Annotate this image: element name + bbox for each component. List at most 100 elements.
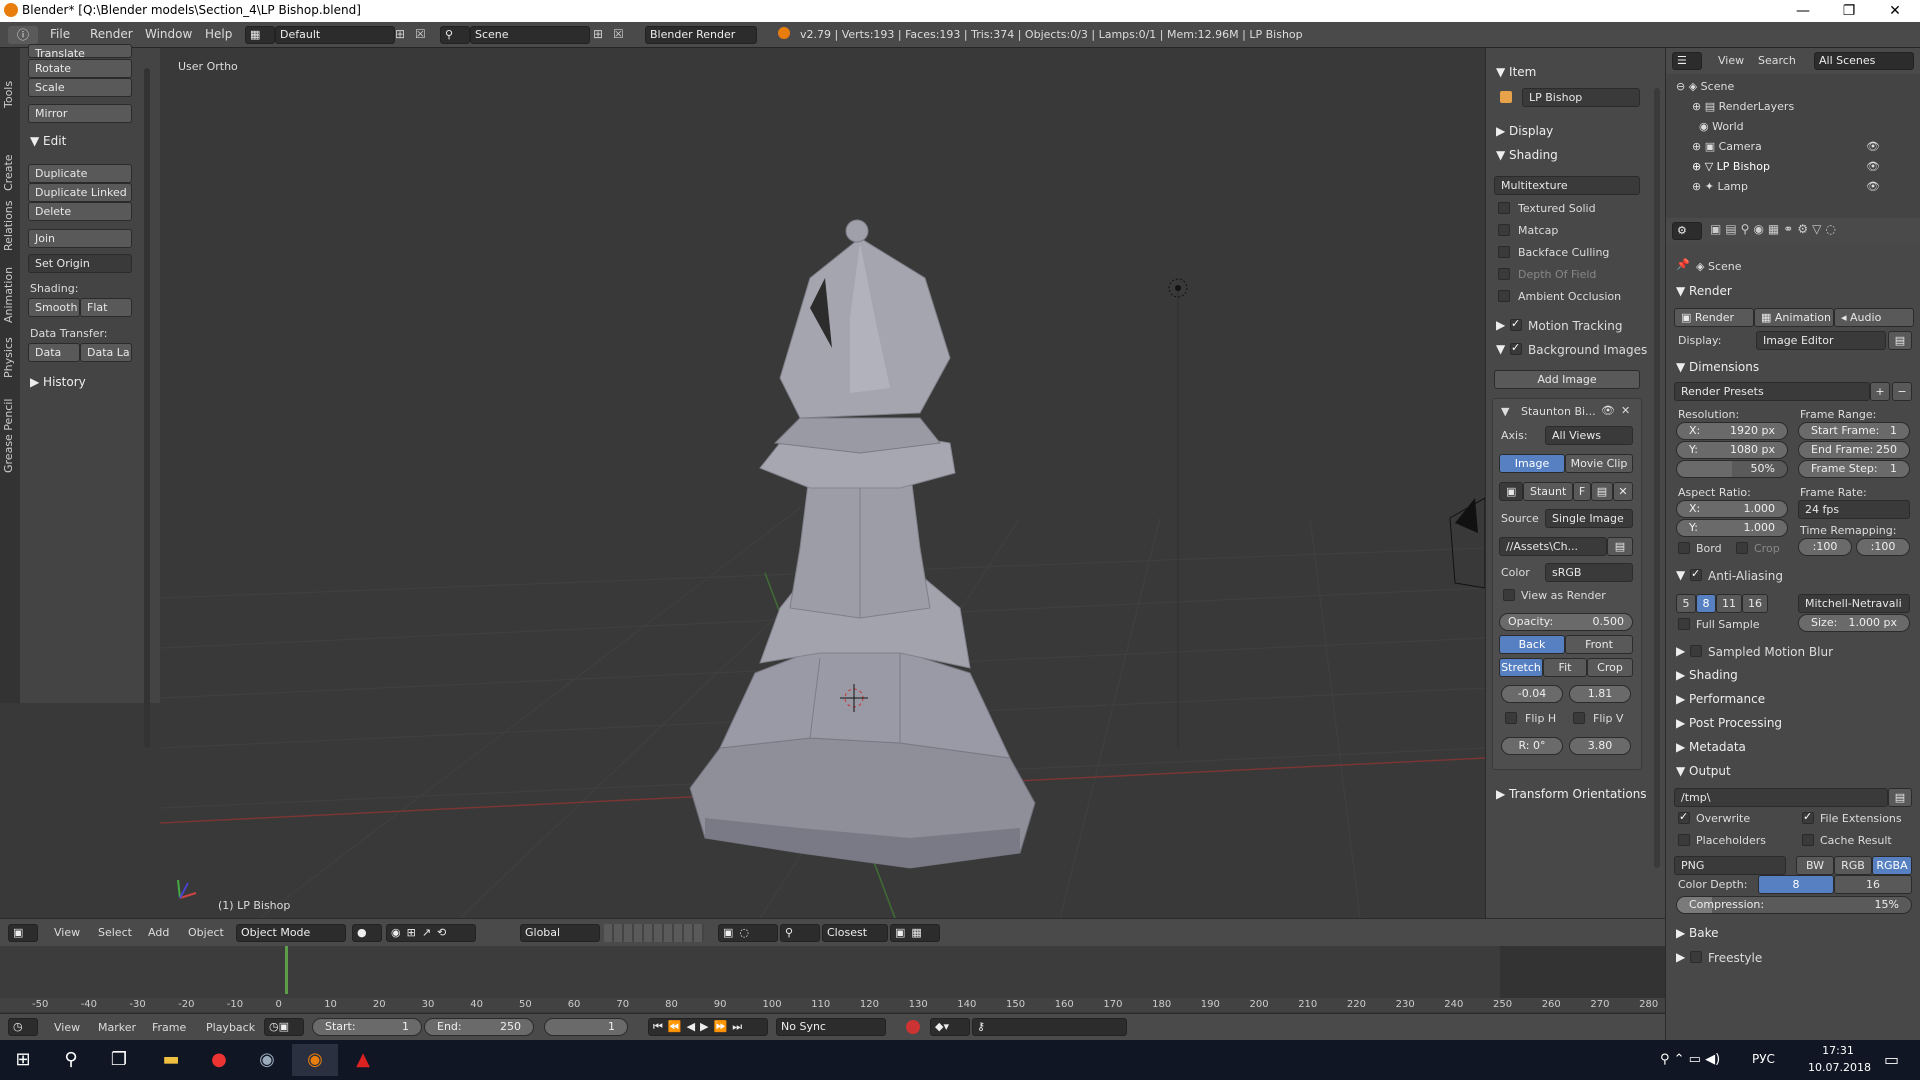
timeline-view-menu[interactable]: View — [54, 1021, 80, 1034]
lamp-visibility-eye-icon[interactable]: 👁 — [1866, 180, 1880, 193]
tab-create[interactable]: Create — [2, 146, 15, 191]
background-images-checkbox[interactable] — [1510, 341, 1522, 355]
file-format-dropdown[interactable]: PNG — [1674, 856, 1786, 875]
set-origin-dropdown[interactable]: Set Origin — [28, 254, 132, 273]
eye-icon[interactable]: 👁 — [1601, 404, 1615, 417]
view-as-render-checkbox[interactable] — [1503, 589, 1515, 601]
transform-orientation-dropdown[interactable]: Global — [520, 924, 600, 942]
motion-blur-checkbox[interactable] — [1690, 645, 1702, 657]
aa-filter-dropdown[interactable]: Mitchell-Netravali — [1798, 594, 1910, 613]
back-toggle[interactable]: Back — [1499, 635, 1565, 654]
render-display-icon[interactable]: ▤ — [1888, 331, 1912, 350]
frame-step-field[interactable]: Frame Step: 1 — [1798, 460, 1910, 478]
bake-header[interactable]: ▶ Bake — [1676, 926, 1719, 940]
render-audio-button[interactable]: ◂ Audio — [1834, 308, 1914, 327]
metadata-header[interactable]: ▶ Metadata — [1676, 740, 1746, 754]
render-shading-header[interactable]: ▶ Shading — [1676, 668, 1738, 682]
image-datablock-field[interactable]: Staunt — [1523, 482, 1573, 501]
bw-toggle[interactable]: BW — [1796, 856, 1834, 875]
display-header[interactable]: ▶ Display — [1496, 124, 1553, 138]
aa-16-toggle[interactable]: 16 — [1742, 594, 1768, 613]
outliner-row-scene[interactable]: ⊖ ◈ Scene — [1676, 80, 1901, 93]
movie-clip-toggle[interactable]: Movie Clip — [1565, 454, 1633, 473]
scale-button[interactable]: Scale — [28, 78, 132, 97]
3d-viewport[interactable]: User Ortho (1) LP Bishop — [160, 48, 1485, 918]
bishop-visibility-eye-icon[interactable]: 👁 — [1866, 160, 1880, 173]
background-images-header[interactable]: ▼ — [1496, 342, 1505, 356]
file-explorer-icon[interactable]: ▬ — [148, 1044, 194, 1076]
tool-shelf-scrollbar[interactable] — [144, 68, 150, 748]
keying-set-field[interactable]: ⚷ — [972, 1018, 1127, 1036]
axis-dropdown[interactable]: All Views — [1545, 426, 1633, 445]
depth-of-field-checkbox[interactable] — [1498, 268, 1510, 280]
resolution-percent-slider[interactable]: 50% — [1676, 460, 1788, 478]
tray-icons[interactable]: ⚲ ⌃ ▭ ◀) — [1660, 1052, 1720, 1067]
acrobat-icon[interactable]: ▲ — [340, 1044, 386, 1076]
edit-header[interactable]: ▼ Edit — [30, 134, 66, 148]
rgb-toggle[interactable]: RGB — [1834, 856, 1872, 875]
viewport-add-menu[interactable]: Add — [148, 926, 169, 939]
menu-file[interactable]: File — [50, 27, 70, 41]
render-still-button[interactable]: ▣ Render — [1674, 308, 1754, 327]
offset-x-field[interactable]: -0.04 — [1501, 685, 1563, 703]
full-sample-checkbox[interactable] — [1678, 618, 1690, 630]
current-frame-indicator[interactable] — [285, 946, 288, 994]
flip-h-checkbox[interactable] — [1505, 712, 1517, 724]
shading-header[interactable]: ▼ Shading — [1496, 148, 1558, 162]
preview-range-icons[interactable]: ◷▣ — [264, 1018, 304, 1036]
translate-button[interactable]: Translate — [28, 44, 132, 58]
output-header[interactable]: ▼ Output — [1676, 764, 1731, 778]
aa-size-field[interactable]: Size: 1.000 px — [1798, 614, 1910, 632]
anti-aliasing-header[interactable]: ▼ — [1676, 568, 1685, 582]
object-mode-dropdown[interactable]: Object Mode — [236, 924, 346, 942]
timeline-area[interactable]: -50 -40 -30 -20 -10 0 10 20 30 40 50 60 70 80 90 100 110… — [0, 946, 1665, 1012]
opengl-render-icons[interactable]: ▣▦ — [890, 924, 940, 942]
output-browse-icon[interactable]: ▤ — [1888, 788, 1912, 807]
motion-tracking-checkbox[interactable] — [1510, 317, 1522, 331]
timeline-ruler[interactable]: -50 -40 -30 -20 -10 0 10 20 30 40 50 60 70 80 90 100 110… — [0, 998, 1665, 1012]
blender-taskbar-icon[interactable]: ◉ — [292, 1044, 338, 1076]
flip-v-checkbox[interactable] — [1573, 712, 1585, 724]
shading-mode-dropdown[interactable]: Multitexture — [1494, 176, 1640, 195]
lp-bishop-mesh[interactable] — [689, 219, 1036, 869]
opacity-slider[interactable]: Opacity: 0.500 — [1499, 613, 1633, 631]
rotate-button[interactable]: Rotate — [28, 59, 132, 78]
menu-render[interactable]: Render — [90, 27, 133, 41]
bg-image-name[interactable]: Staunton Bi... — [1521, 405, 1596, 418]
front-toggle[interactable]: Front — [1565, 635, 1633, 654]
file-extensions-checkbox[interactable] — [1802, 810, 1814, 824]
close-button[interactable]: ✕ — [1872, 0, 1918, 22]
screen-layout-icon[interactable]: ▦ — [245, 26, 275, 44]
source-dropdown[interactable]: Single Image — [1545, 509, 1633, 528]
dimensions-header[interactable]: ▼ Dimensions — [1676, 360, 1759, 374]
clock-date[interactable]: 10.07.2018 — [1808, 1061, 1871, 1074]
textured-solid-checkbox[interactable] — [1498, 202, 1510, 214]
snap-toggle-icon[interactable]: ⚲ — [780, 924, 820, 942]
remove-layout-icon[interactable]: ☒ — [415, 27, 426, 41]
color-space-dropdown[interactable]: sRGB — [1545, 563, 1633, 582]
resolution-y-field[interactable]: Y: 1080 px — [1676, 441, 1788, 459]
cache-result-checkbox[interactable] — [1802, 834, 1814, 846]
resolution-x-field[interactable]: X: 1920 px — [1676, 422, 1788, 440]
rgba-toggle[interactable]: RGBA — [1872, 856, 1912, 875]
aa-5-toggle[interactable]: 5 — [1676, 594, 1696, 613]
depth-8-toggle[interactable]: 8 — [1758, 875, 1834, 894]
screen-layout-dropdown[interactable]: Default — [275, 26, 395, 44]
render-presets-dropdown[interactable]: Render Presets — [1674, 382, 1870, 401]
browse-file-icon[interactable]: ▤ — [1607, 537, 1633, 556]
image-browse-icon[interactable]: ▣ — [1499, 482, 1523, 501]
aspect-y-field[interactable]: Y: 1.000 — [1676, 519, 1788, 537]
item-header[interactable]: ▼ Item — [1496, 65, 1536, 79]
output-path-field[interactable]: /tmp\ — [1674, 788, 1888, 807]
depth-16-toggle[interactable]: 16 — [1834, 875, 1912, 894]
border-checkbox[interactable] — [1678, 542, 1690, 554]
performance-header[interactable]: ▶ Performance — [1676, 692, 1765, 706]
timeline-frame-menu[interactable]: Frame — [152, 1021, 186, 1034]
display-mode-dropdown[interactable]: All Scenes — [1814, 52, 1914, 70]
remap-old-field[interactable]: :100 — [1798, 538, 1852, 556]
anti-aliasing-checkbox[interactable] — [1690, 567, 1702, 581]
viewport-view-menu[interactable]: View — [54, 926, 80, 939]
add-scene-icon[interactable]: ⊞ — [593, 27, 603, 41]
remap-new-field[interactable]: :100 — [1856, 538, 1910, 556]
playback-controls[interactable]: ⏮⏪◀▶⏩⏭ — [648, 1018, 768, 1036]
